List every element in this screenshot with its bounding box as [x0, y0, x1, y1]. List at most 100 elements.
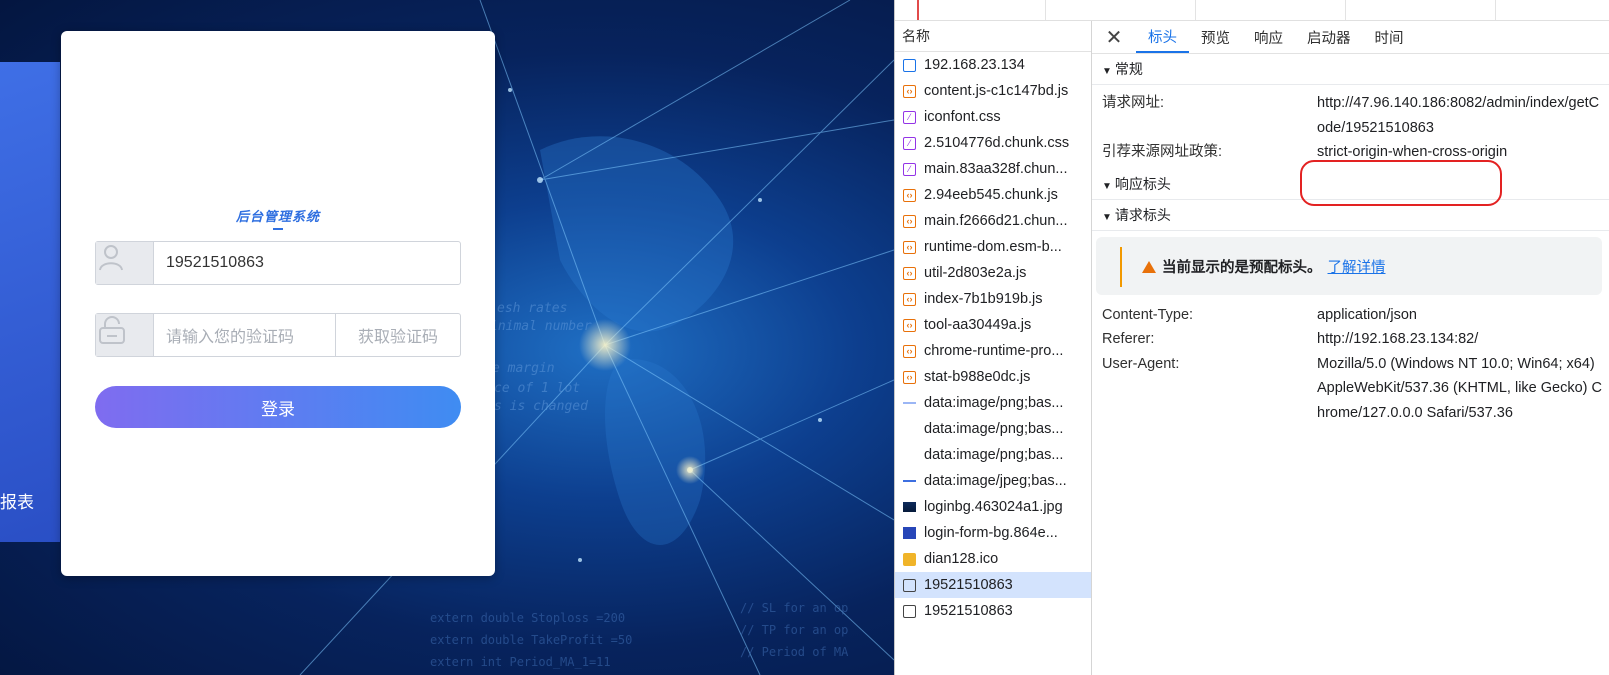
warning-text: 当前显示的是预配标头。: [1162, 259, 1322, 276]
request-row[interactable]: ‹› runtime-dom.esm-b...: [895, 234, 1091, 260]
request-name: main.83aa328f.chun...: [924, 161, 1068, 177]
learn-more-link[interactable]: 了解详情: [1328, 260, 1386, 276]
script-icon: ‹›: [903, 292, 916, 306]
username-field[interactable]: 19521510863: [95, 241, 461, 285]
request-name: chrome-runtime-pro...: [924, 343, 1064, 359]
script-icon: ‹›: [903, 188, 916, 202]
section-title: 请求标头: [1114, 206, 1171, 223]
tab-initiator[interactable]: 启动器: [1295, 21, 1363, 53]
request-row[interactable]: ‹› index-7b1b919b.js: [895, 286, 1091, 312]
login-background: esh rates inimal number e margin ce of 1…: [0, 0, 894, 675]
header-key: 引荐来源网址政策:: [1102, 144, 1223, 160]
name-column-header[interactable]: 名称: [895, 21, 1091, 52]
request-name: runtime-dom.esm-b...: [924, 239, 1062, 255]
request-headers-section-header[interactable]: ▼ 请求标头: [1092, 199, 1609, 231]
request-row[interactable]: ‹› 2.94eeb545.chunk.js: [895, 182, 1091, 208]
request-name: data:image/jpeg;bas...: [924, 473, 1067, 489]
request-row[interactable]: ‹› util-2d803e2a.js: [895, 260, 1091, 286]
request-row[interactable]: data:image/png;bas...: [895, 416, 1091, 442]
request-headers-list: Content-Type: application/json Referer: ht…: [1092, 303, 1609, 426]
login-card: 后台管理系统 19521510863 请输入您的验证码 获取验证码 登录: [61, 31, 495, 576]
script-icon: ‹›: [903, 344, 916, 358]
tab-preview[interactable]: 预览: [1189, 21, 1242, 53]
request-name: index-7b1b919b.js: [924, 291, 1043, 307]
request-row[interactable]: ‹› chrome-runtime-pro...: [895, 338, 1091, 364]
request-row[interactable]: ‹› stat-b988e0dc.js: [895, 364, 1091, 390]
header-key: User-Agent:: [1102, 355, 1180, 372]
header-value: http://192.168.23.134:82/: [1317, 331, 1479, 347]
response-headers-section-header[interactable]: ▼ 响应标头: [1092, 168, 1609, 200]
header-value: strict-origin-when-cross-origin: [1317, 144, 1508, 160]
request-row[interactable]: ‹› main.f2666d21.chun...: [895, 208, 1091, 234]
header-row: 请求网址: http://47.96.140.186:8082/admin/ind…: [1092, 91, 1609, 140]
close-icon[interactable]: ✕: [1092, 21, 1136, 53]
request-row[interactable]: 192.168.23.134: [895, 52, 1091, 78]
request-row[interactable]: dian128.ico: [895, 546, 1091, 572]
request-row[interactable]: data:image/png;bas...: [895, 442, 1091, 468]
request-name: data:image/png;bas...: [924, 395, 1064, 411]
provisional-headers-warning: 当前显示的是预配标头。 了解详情: [1096, 236, 1602, 295]
tab-headers[interactable]: 标头: [1136, 21, 1189, 53]
get-code-button[interactable]: 获取验证码: [335, 314, 460, 356]
header-row: Content-Type: application/json: [1092, 303, 1609, 328]
bg-code-line: s is changed: [494, 399, 588, 414]
request-name: data:image/png;bas...: [924, 421, 1064, 437]
request-name: 19521510863: [924, 577, 1013, 593]
request-name: 192.168.23.134: [924, 57, 1025, 73]
request-row[interactable]: ⁄ main.83aa328f.chun...: [895, 156, 1091, 182]
request-name: dian128.ico: [924, 551, 999, 567]
request-row[interactable]: data:image/jpeg;bas...: [895, 468, 1091, 494]
request-name: tool-aa30449a.js: [924, 317, 1032, 333]
section-title: 常规: [1114, 61, 1143, 77]
request-row[interactable]: ⁄ 2.5104776d.chunk.css: [895, 130, 1091, 156]
request-row[interactable]: 19521510863: [895, 598, 1091, 624]
verification-code-field[interactable]: 请输入您的验证码 获取验证码: [95, 313, 461, 357]
stylesheet-icon: ⁄: [903, 162, 916, 176]
bg-code-line: inimal number: [490, 319, 592, 334]
login-button[interactable]: 登录: [95, 386, 461, 428]
header-key: Content-Type:: [1102, 306, 1194, 323]
timeline-marker: [917, 0, 919, 20]
document-icon: [903, 58, 916, 72]
script-icon: ‹›: [903, 214, 916, 228]
request-row[interactable]: ‹› tool-aa30449a.js: [895, 312, 1091, 338]
image-icon: [903, 402, 916, 404]
bg-code-line: // TP for an op: [740, 623, 848, 637]
header-key: 请求网址:: [1102, 95, 1165, 111]
request-row-selected[interactable]: 19521510863: [895, 572, 1091, 598]
request-name: util-2d803e2a.js: [924, 265, 1027, 281]
lock-icon: [96, 314, 154, 356]
script-icon: ‹›: [903, 240, 916, 254]
header-value: application/json: [1317, 306, 1417, 323]
request-detail: ✕ 标头 预览 响应 启动器 时间 ▼ 常规 请求网址: http://47.96.…: [1092, 21, 1609, 675]
request-name: 19521510863: [924, 603, 1013, 619]
verification-code-input[interactable]: 请输入您的验证码: [154, 314, 335, 356]
triangle-down-icon: ▼: [1102, 211, 1112, 223]
request-row[interactable]: ⁄ iconfont.css: [895, 104, 1091, 130]
script-icon: ‹›: [903, 84, 916, 98]
request-row[interactable]: login-form-bg.864e...: [895, 520, 1091, 546]
header-row: 引荐来源网址政策: strict-origin-when-cross-origin: [1092, 140, 1609, 165]
image-icon: [903, 449, 916, 462]
bg-code-line: extern double Stoploss =200: [430, 611, 625, 625]
request-row[interactable]: data:image/png;bas...: [895, 390, 1091, 416]
script-icon: ‹›: [903, 318, 916, 332]
general-section-header[interactable]: ▼ 常规: [1092, 54, 1609, 85]
devtools-network-panel: 名称 192.168.23.134 ‹› content.js-c1c147bd.…: [894, 0, 1609, 675]
header-key: Referer:: [1102, 331, 1155, 347]
request-row[interactable]: ‹› content.js-c1c147bd.js: [895, 78, 1091, 104]
network-timeline[interactable]: [895, 0, 1609, 21]
request-row[interactable]: loginbg.463024a1.jpg: [895, 494, 1091, 520]
tab-timing[interactable]: 时间: [1363, 21, 1416, 53]
triangle-down-icon: ▼: [1102, 180, 1112, 192]
bg-code-line: esh rates: [497, 301, 567, 316]
request-name: data:image/png;bas...: [924, 447, 1064, 463]
favicon-icon: [903, 552, 916, 566]
header-row: Referer: http://192.168.23.134:82/: [1092, 327, 1609, 352]
username-input[interactable]: 19521510863: [154, 242, 460, 284]
image-icon: [903, 480, 916, 482]
user-icon: [96, 242, 154, 284]
request-url-value: http://47.96.140.186:8082/admin/index/ge…: [1317, 95, 1600, 136]
request-name: stat-b988e0dc.js: [924, 369, 1031, 385]
tab-response[interactable]: 响应: [1242, 21, 1295, 53]
